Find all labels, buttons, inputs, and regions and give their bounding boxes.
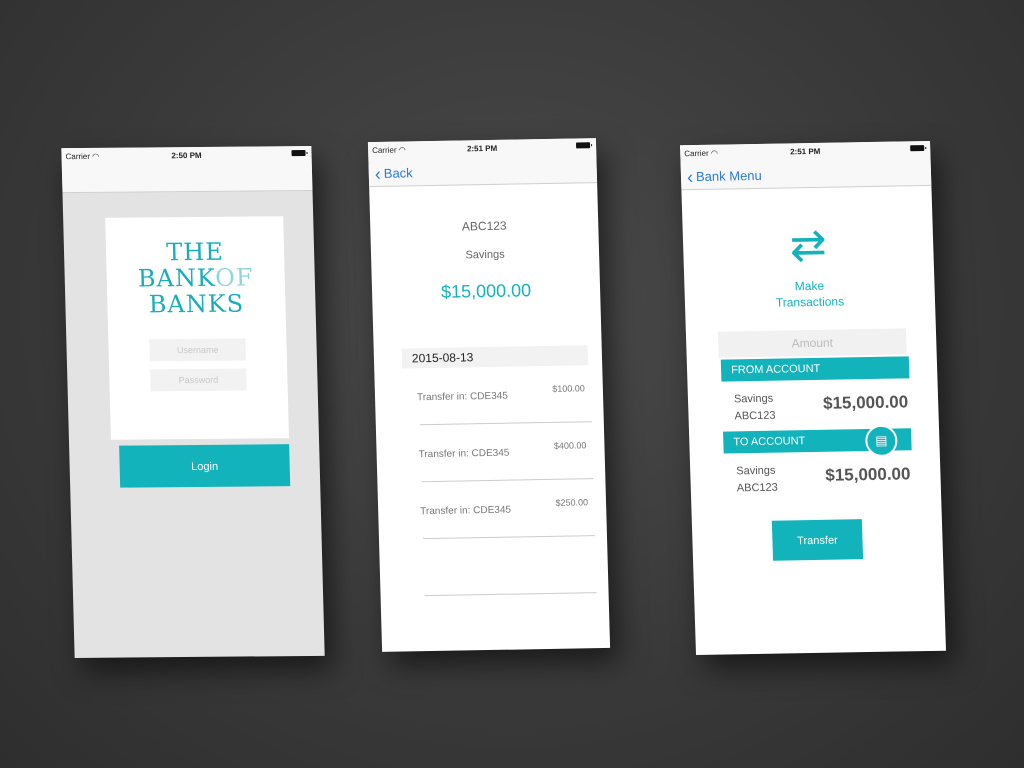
status-time: 2:51 PM (789, 146, 821, 157)
account-type: Savings (465, 248, 505, 262)
login-screen: Carrier ◠ 2:50 PM THE BANKOF BANKS Usern… (61, 145, 325, 659)
back-chevron-icon: ‹ (686, 166, 694, 187)
make-transactions-label: Make Transactions (775, 278, 845, 310)
battery-icon (910, 145, 925, 152)
transaction-amount: $250.00 (555, 497, 589, 508)
swap-arrows-icon: ⇄ (789, 220, 828, 271)
to-account-balance: $15,000.00 (825, 464, 911, 485)
transfer-screen: Carrier ◠ 2:51 PM ‹ Bank Menu ⇄ Make Tra… (679, 140, 947, 656)
transaction-amount: $100.00 (552, 383, 585, 394)
to-account-row[interactable]: Savings ABC123 $15,000.00 (736, 450, 911, 501)
login-button[interactable]: Login (119, 444, 291, 488)
transaction-row[interactable]: Transfer in: CDE345 $250.00 (420, 479, 595, 540)
status-time: 2:51 PM (466, 143, 498, 154)
transaction-row[interactable]: Transfer in: CDE345 $400.00 (418, 422, 594, 483)
transaction-desc: Transfer in: CDE345 (416, 390, 508, 404)
nav-bar: ‹ Bank Menu (680, 158, 932, 191)
status-bar: Carrier ◠ 2:50 PM (61, 146, 311, 166)
transaction-desc: Transfer in: CDE345 (418, 447, 510, 461)
username-field[interactable]: Username (149, 338, 246, 362)
back-chevron-icon: ‹ (374, 163, 382, 184)
bank-menu-button[interactable]: ‹ Bank Menu (686, 166, 762, 187)
account-screen: Carrier ◠ 2:51 PM ‹ Back ABC123 Savings … (367, 138, 611, 652)
login-header: Carrier ◠ 2:50 PM (61, 145, 313, 194)
battery-icon (575, 142, 591, 149)
transfer-button[interactable]: Transfer (771, 519, 864, 561)
login-card: THE BANKOF BANKS Username Password (105, 216, 289, 440)
password-field[interactable]: Password (150, 368, 247, 392)
transaction-row[interactable]: Transfer in: CDE345 $100.00 (416, 365, 592, 426)
back-button[interactable]: ‹ Back (374, 163, 412, 184)
empty-row (422, 536, 597, 597)
battery-icon (291, 150, 306, 157)
bank-logo: THE BANKOF BANKS (137, 237, 254, 319)
from-account-info: Savings ABC123 (733, 392, 776, 423)
status-time: 2:50 PM (171, 150, 202, 161)
from-account-balance: $15,000.00 (822, 392, 909, 413)
to-account-info: Savings ABC123 (736, 464, 778, 495)
nav-bar: ‹ Back (368, 156, 598, 188)
account-balance: $15,000.00 (440, 280, 532, 302)
account-id: ABC123 (461, 218, 507, 234)
from-account-row[interactable]: Savings ABC123 $15,000.00 (733, 378, 909, 429)
amount-input[interactable]: Amount (717, 328, 907, 358)
transaction-desc: Transfer in: CDE345 (420, 504, 512, 518)
transaction-amount: $400.00 (553, 440, 587, 451)
